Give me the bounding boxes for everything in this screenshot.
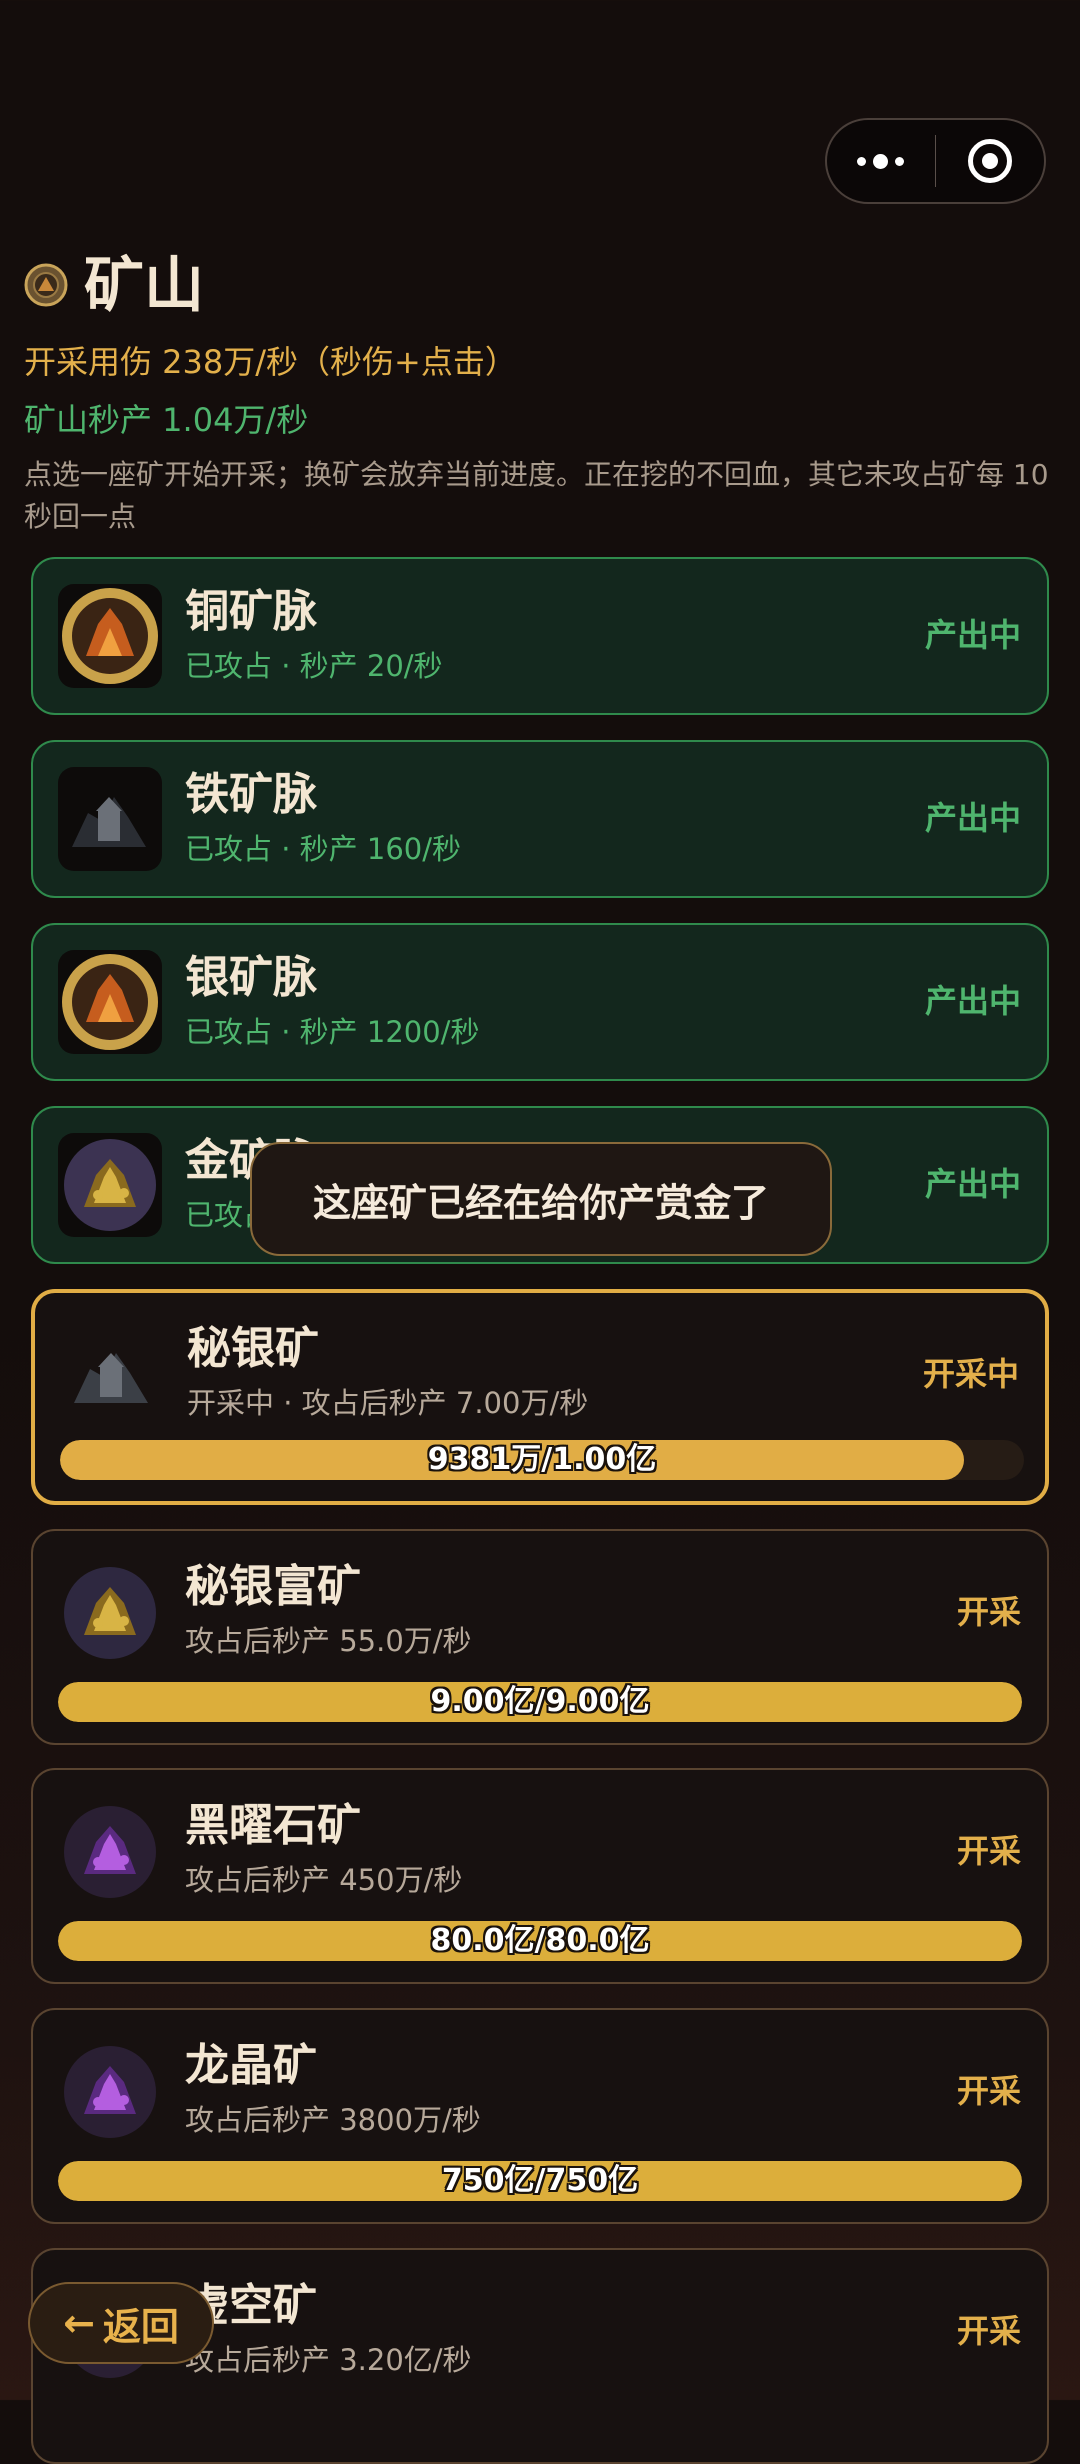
progress-text: 9381万/1.00亿 — [427, 1442, 657, 1477]
back-arrow-icon: ← — [63, 2301, 95, 2345]
mine-action-button[interactable]: 开采 — [957, 2311, 1021, 2351]
mine-output-info: 已攻占 · 秒产 20/秒 — [185, 649, 443, 683]
mine-output-info: 已攻占 · 秒产 1200/秒 — [185, 1015, 480, 1049]
mine-name: 龙晶矿 — [185, 2040, 317, 2091]
mine-action-button[interactable]: 开采 — [957, 1831, 1021, 1871]
mine-name: 秘银富矿 — [185, 1561, 361, 1612]
mine-status: 产出中 — [924, 1165, 1021, 1203]
toast-message: 这座矿已经在给你产赏金了 — [250, 1142, 832, 1256]
rich-mithril-ore-icon — [58, 1561, 162, 1665]
mine-name: 秘银矿 — [187, 1323, 319, 1374]
mine-name: 黑曜石矿 — [185, 1800, 361, 1851]
mine-action-button[interactable]: 开采 — [957, 2071, 1021, 2111]
mine-card[interactable]: 银矿脉已攻占 · 秒产 1200/秒 产出中 — [31, 923, 1049, 1081]
back-button-label: 返回 — [102, 2304, 179, 2349]
mine-output-info: 开采中 · 攻占后秒产 7.00万/秒 — [187, 1386, 589, 1420]
mine-card[interactable]: 秘银富矿攻占后秒产 55.0万/秒 开采 9.00亿/9.00亿 — [31, 1529, 1049, 1745]
progress-text: 750亿/750亿 — [441, 2163, 639, 2198]
mine-card[interactable]: 龙晶矿攻占后秒产 3800万/秒 开采 750亿/750亿 — [31, 2008, 1049, 2224]
close-button[interactable] — [936, 120, 1044, 202]
obsidian-ore-icon — [58, 1800, 162, 1904]
progress-bar: 9.00亿/9.00亿 — [58, 1682, 1022, 1722]
mine-output-text: 矿山秒产 1.04万/秒 — [24, 401, 309, 439]
mine-name: 铁矿脉 — [185, 769, 317, 820]
more-button[interactable] — [827, 120, 935, 202]
back-button[interactable]: ← 返回 — [28, 2282, 214, 2364]
mine-output-info: 攻占后秒产 450万/秒 — [185, 1863, 463, 1897]
copper-ore-icon — [58, 584, 162, 688]
capsule-close-icon — [968, 139, 1013, 183]
progress-bar: 80.0亿/80.0亿 — [58, 1921, 1022, 1961]
progress-bar: 9381万/1.00亿 — [60, 1440, 1024, 1480]
mine-output-info: 攻占后秒产 3800万/秒 — [185, 2103, 481, 2137]
iron-ore-icon — [58, 767, 162, 871]
mine-output-info: 已攻占 · 秒产 160/秒 — [185, 832, 461, 866]
instruction-text: 点选一座矿开始开采；换矿会放弃当前进度。正在挖的不回血，其它未攻占矿每 10 秒… — [24, 458, 1049, 533]
mine-card[interactable]: 秘银矿开采中 · 攻占后秒产 7.00万/秒 开采中 9381万/1.00亿 — [31, 1289, 1049, 1505]
mithril-ore-icon — [60, 1323, 164, 1427]
progress-text: 80.0亿/80.0亿 — [430, 1923, 650, 1958]
mine-card[interactable]: 黑曜石矿攻占后秒产 450万/秒 开采 80.0亿/80.0亿 — [31, 1768, 1049, 1984]
gold-ore-icon — [58, 1133, 162, 1237]
page-title: 矿山 — [84, 251, 204, 321]
mine-output-info: 攻占后秒产 3.20亿/秒 — [185, 2343, 472, 2377]
mine-status: 产出中 — [924, 799, 1021, 837]
mine-status: 产出中 — [924, 616, 1021, 654]
mine-card[interactable]: 铁矿脉已攻占 · 秒产 160/秒 产出中 — [31, 740, 1049, 898]
dragon-crystal-ore-icon — [58, 2040, 162, 2144]
silver-ore-icon — [58, 950, 162, 1054]
mine-name: 铜矿脉 — [185, 586, 317, 637]
progress-bar: 750亿/750亿 — [58, 2161, 1022, 2201]
mine-action-button[interactable]: 开采 — [957, 1592, 1021, 1632]
mining-dps-text: 开采用伤 238万/秒（秒伤+点击） — [24, 343, 517, 381]
progress-text: 9.00亿/9.00亿 — [430, 1684, 650, 1719]
mine-emblem-icon — [24, 263, 68, 307]
mine-card[interactable]: 铜矿脉已攻占 · 秒产 20/秒 产出中 — [31, 557, 1049, 715]
capsule-menu — [825, 118, 1046, 204]
mine-status: 开采中 — [922, 1355, 1019, 1393]
mine-output-info: 攻占后秒产 55.0万/秒 — [185, 1624, 472, 1658]
mine-status: 产出中 — [924, 982, 1021, 1020]
mine-name: 银矿脉 — [185, 952, 317, 1003]
more-dots-icon — [857, 153, 905, 169]
